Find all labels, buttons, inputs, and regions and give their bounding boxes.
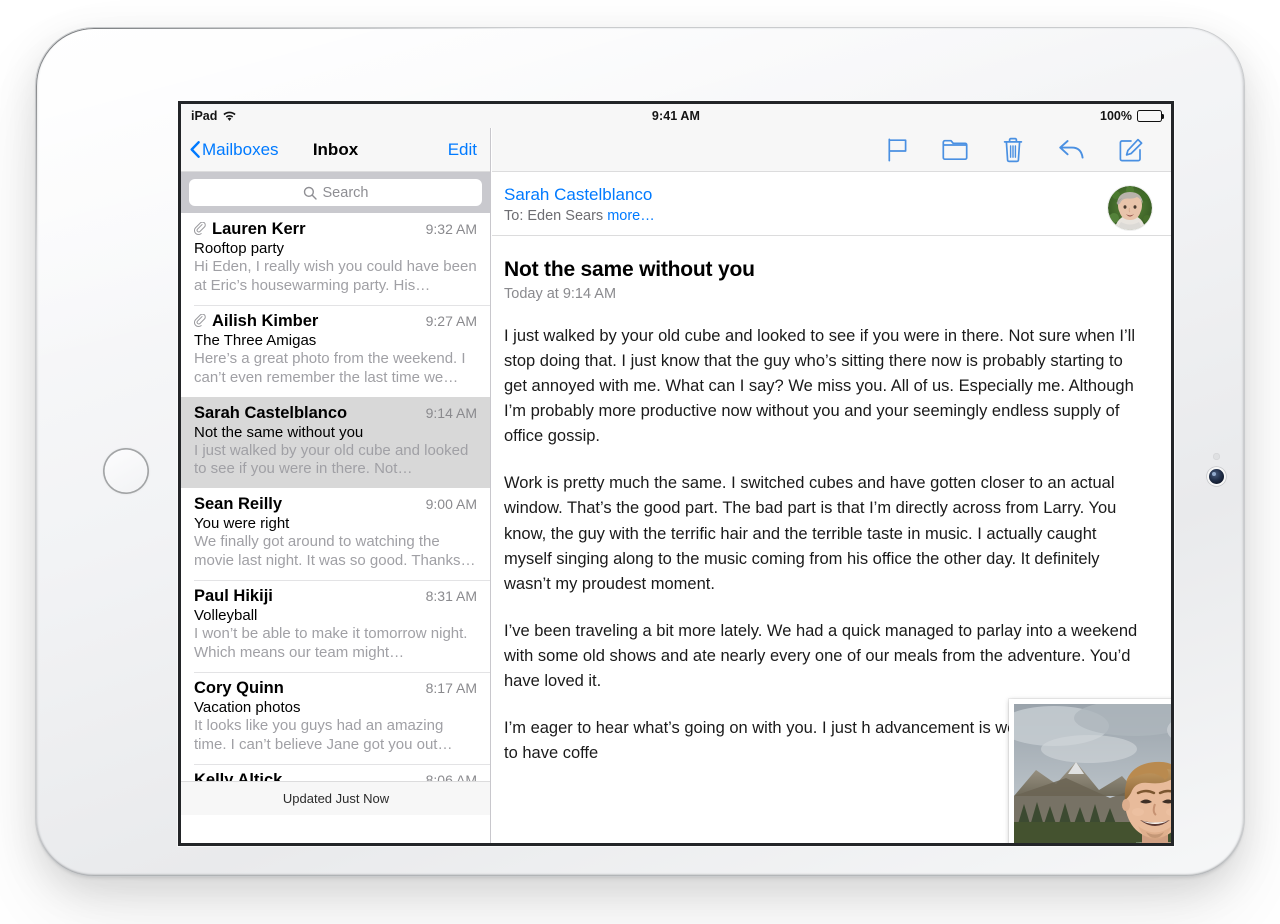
screenshot-root: iPad 9:41 AM 100% Mailboxes Inbox Edit S…: [0, 0, 1280, 924]
search-placeholder: Search: [322, 184, 369, 201]
list-item-top: Sarah Castelblanco 9:14 AM: [194, 404, 477, 423]
folder-icon[interactable]: [942, 139, 968, 161]
list-item-subject: Not the same without you: [194, 423, 364, 441]
list-item-sender: Paul Hikiji: [194, 587, 273, 606]
ipad-device: iPad 9:41 AM 100% Mailboxes Inbox Edit S…: [36, 28, 1244, 876]
inline-attachment-photo[interactable]: [1009, 699, 1171, 843]
list-item[interactable]: Cory Quinn 8:17 AM Vacation photos It lo…: [181, 671, 490, 764]
message-paragraph: I’ve been traveling a bit more lately. W…: [504, 621, 1138, 690]
battery-percent-label: 100%: [1100, 109, 1132, 123]
avatar[interactable]: [1108, 186, 1152, 230]
list-item-subject: The Three Amigas: [194, 331, 317, 349]
list-item-top: Sean Reilly 9:00 AM: [194, 495, 477, 514]
list-item-sender: Cory Quinn: [194, 678, 284, 697]
status-bar-right: 100%: [1100, 109, 1165, 123]
list-item[interactable]: Sean Reilly 9:00 AM You were right We fi…: [181, 488, 490, 581]
list-item-time: 9:32 AM: [425, 221, 477, 237]
list-item-sender: Sarah Castelblanco: [194, 403, 348, 422]
list-item-subject: You were right: [194, 515, 290, 533]
list-item-preview: It looks like you guys had an amazing ti…: [194, 716, 453, 753]
message-subject: Not the same without you: [504, 258, 755, 281]
front-camera-icon: [1209, 469, 1224, 484]
mail-list-pane: Mailboxes Inbox Edit Search Lauren Kerr …: [181, 128, 491, 843]
flag-icon[interactable]: [887, 138, 908, 162]
list-item-time: 8:17 AM: [425, 679, 477, 696]
message-body: Not the same without you Today at 9:14 A…: [492, 236, 1171, 766]
list-item-time: 9:14 AM: [425, 404, 477, 421]
list-item-top: Ailish Kimber 9:27 AM: [194, 312, 477, 331]
mail-list-navbar: Mailboxes Inbox Edit: [181, 128, 490, 172]
message-sender-name[interactable]: Sarah Castelblanco: [504, 185, 1147, 205]
list-status-footer: Updated Just Now: [181, 781, 490, 815]
list-item-subject: Volleyball: [194, 607, 258, 625]
list-item-sender: Sean Reilly: [194, 495, 283, 514]
message-toolbar: [492, 128, 1171, 172]
search-icon: [303, 186, 317, 200]
list-item-sender: Lauren Kerr: [212, 220, 306, 238]
edit-button[interactable]: Edit: [448, 140, 477, 160]
to-prefix: To:: [504, 208, 528, 224]
list-item-selected[interactable]: Sarah Castelblanco 9:14 AM Not the same …: [181, 396, 490, 489]
to-recipient-name: Eden Sears: [527, 208, 608, 224]
list-item-sender: Ailish Kimber: [212, 311, 319, 330]
list-item-preview: I won’t be able to make it tomorrow nigh…: [194, 625, 468, 662]
list-item-preview: Here’s a great photo from the weekend. I…: [194, 349, 466, 386]
chevron-left-icon: [190, 141, 200, 158]
ambient-light-sensor-icon: [1213, 453, 1220, 460]
list-item-top: Cory Quinn 8:17 AM: [194, 679, 477, 698]
email-list[interactable]: Lauren Kerr 9:32 AM Rooftop party Hi Ede…: [181, 213, 490, 815]
message-paragraph: Work is pretty much the same. I switched…: [504, 474, 1117, 593]
search-bar-container: Search: [181, 172, 490, 213]
attachment-icon: [194, 313, 206, 327]
list-item[interactable]: Paul Hikiji 8:31 AM Volleyball I won’t b…: [181, 580, 490, 672]
ipad-screen: iPad 9:41 AM 100% Mailboxes Inbox Edit S…: [181, 104, 1171, 843]
back-button-label: Mailboxes: [202, 139, 279, 159]
list-item-time: 8:31 AM: [425, 588, 477, 605]
compose-icon[interactable]: [1119, 138, 1143, 162]
message-recipients: To: Eden Sears more…: [504, 208, 1147, 224]
more-recipients-link[interactable]: more…: [607, 208, 655, 224]
list-item-preview: I just walked by your old cube and looke…: [194, 441, 469, 478]
attachment-icon: [194, 222, 206, 236]
list-item-time: 9:27 AM: [425, 312, 477, 329]
status-bar-time: 9:41 AM: [651, 109, 701, 123]
message-paragraph: I just walked by your old cube and looke…: [504, 327, 1136, 446]
message-header: Sarah Castelblanco To: Eden Sears more…: [492, 172, 1171, 236]
status-bar: iPad 9:41 AM 100%: [181, 104, 1171, 128]
list-item-top: Lauren Kerr 9:32 AM: [194, 220, 477, 239]
trash-icon[interactable]: [1002, 137, 1024, 163]
list-item-time: 9:00 AM: [425, 496, 477, 513]
list-item[interactable]: Ailish Kimber 9:27 AM The Three Amigas H…: [181, 304, 490, 397]
message-date: Today at 9:14 AM: [504, 286, 617, 302]
back-to-mailboxes-button[interactable]: Mailboxes: [190, 140, 279, 160]
home-button[interactable]: [103, 448, 149, 494]
reply-icon[interactable]: [1058, 138, 1085, 161]
battery-full-icon: [1137, 110, 1165, 122]
list-item-preview: Hi Eden, I really wish you could have be…: [194, 258, 477, 294]
list-item-top: Paul Hikiji 8:31 AM: [194, 587, 477, 606]
list-item[interactable]: Lauren Kerr 9:32 AM Rooftop party Hi Ede…: [181, 213, 490, 305]
list-item-subject: Rooftop party: [194, 240, 285, 257]
list-item-preview: We finally got around to watching the mo…: [194, 533, 476, 570]
list-item-subject: Vacation photos: [194, 698, 301, 716]
search-input[interactable]: Search: [189, 179, 482, 206]
